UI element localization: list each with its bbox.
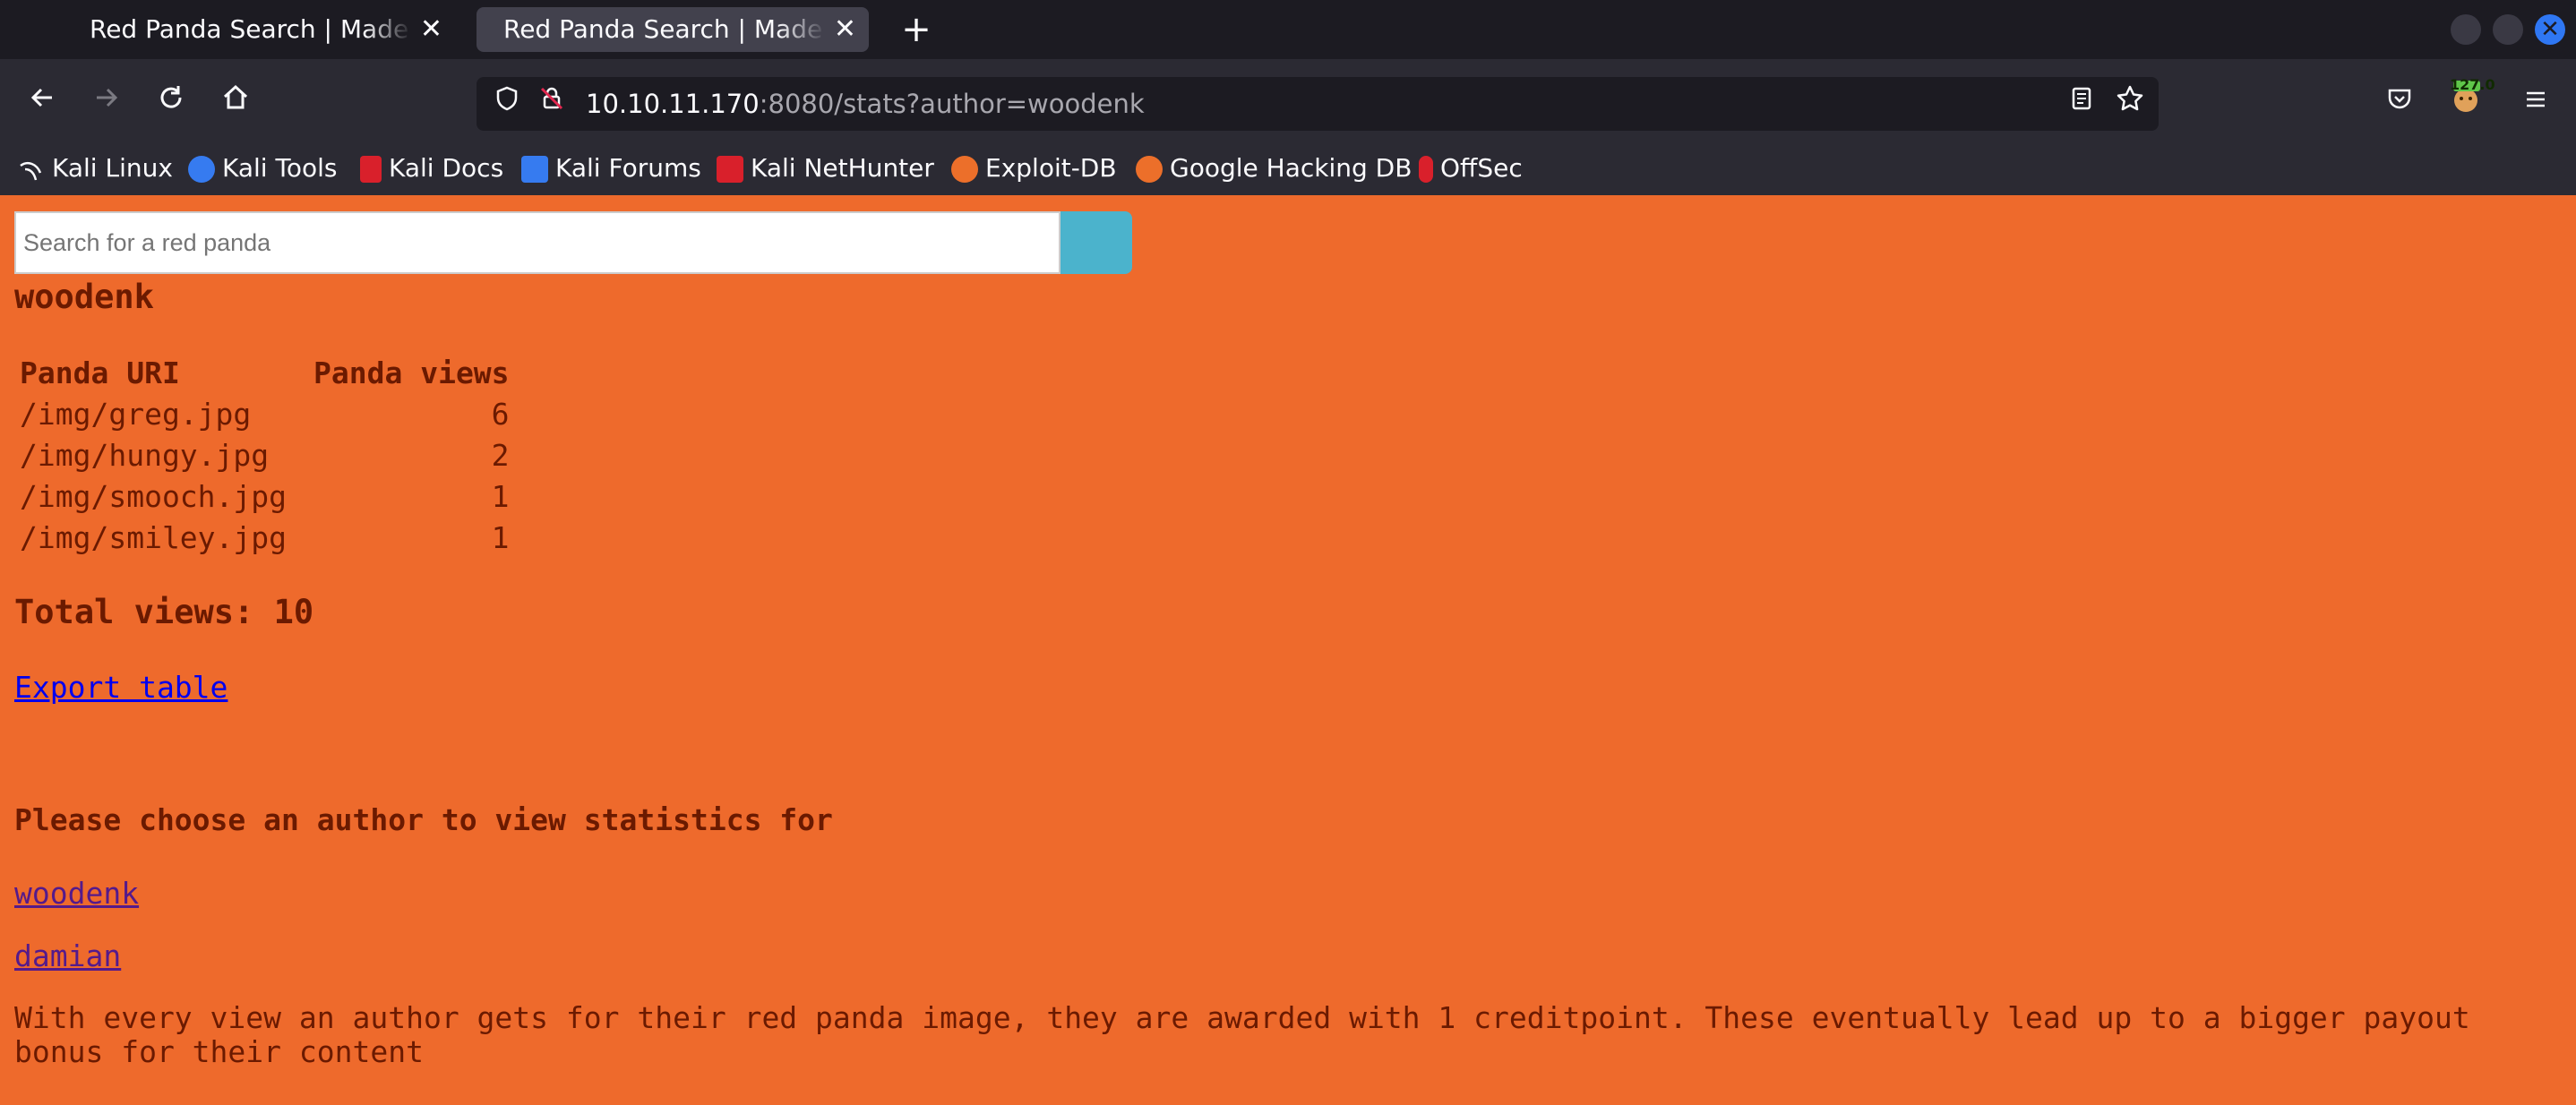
- table-row: /img/smooch.jpg 1: [14, 476, 515, 518]
- panda-views: 6: [491, 397, 510, 432]
- offsec-icon: [1419, 156, 1433, 183]
- panda-views: 1: [491, 479, 510, 514]
- bookmark-label: Kali Tools: [222, 153, 338, 183]
- bookmarks-toolbar: Kali Linux Kali Tools Kali Docs Kali For…: [0, 149, 2576, 195]
- author-link-woodenk[interactable]: woodenk: [14, 876, 139, 911]
- back-arrow-icon[interactable]: [18, 79, 66, 127]
- author-link-damian[interactable]: damian: [14, 938, 121, 973]
- insecure-lock-icon[interactable]: [532, 84, 571, 124]
- exploit-db-icon: [951, 156, 978, 183]
- bookmark-kali-forums[interactable]: Kali Forums: [521, 149, 701, 188]
- table-row: /img/hungy.jpg 2: [14, 435, 515, 476]
- tab-bar: Red Panda Search | Made with Spring Boot…: [0, 0, 2576, 59]
- table-row: /img/smiley.jpg 1: [14, 518, 515, 559]
- extension-icon[interactable]: 127.0: [2442, 77, 2495, 127]
- browser-tab-1[interactable]: Red Panda Search | Made with Spring Boot…: [63, 7, 455, 52]
- close-window-button[interactable]: ✕: [2535, 14, 2565, 45]
- forward-arrow-icon[interactable]: [82, 79, 131, 127]
- address-bar[interactable]: 10.10.11.170:8080/stats?author=woodenk: [477, 77, 2159, 131]
- reader-view-icon[interactable]: [2062, 84, 2101, 124]
- bookmark-label: Kali Linux: [52, 153, 173, 183]
- column-header-views: Panda views: [313, 355, 510, 390]
- page-content: woodenk Panda URI Panda views /img/greg.…: [0, 195, 2576, 1105]
- bookmark-exploit-db[interactable]: Exploit-DB: [951, 149, 1117, 188]
- bookmark-google-hacking-db[interactable]: Google Hacking DB: [1136, 149, 1412, 188]
- panda-uri: /img/greg.jpg: [20, 397, 252, 432]
- shield-icon[interactable]: [487, 84, 527, 124]
- bookmark-label: Exploit-DB: [985, 153, 1117, 183]
- bookmark-kali-nethunter[interactable]: Kali NetHunter: [717, 149, 934, 188]
- ghdb-icon: [1136, 156, 1163, 183]
- bookmark-kali-tools[interactable]: Kali Tools: [188, 149, 337, 188]
- column-header-uri: Panda URI: [20, 355, 180, 390]
- panda-uri: /img/smooch.jpg: [20, 479, 288, 514]
- bookmark-label: Kali NetHunter: [751, 153, 934, 183]
- kali-docs-icon: [360, 156, 382, 183]
- pocket-icon[interactable]: [2375, 79, 2424, 127]
- bookmark-kali-docs[interactable]: Kali Docs: [360, 149, 503, 188]
- kali-tools-icon: [188, 156, 215, 183]
- reload-icon[interactable]: [147, 79, 195, 127]
- tab-title: Red Panda Search | Made with Spring Boot: [90, 14, 412, 44]
- close-tab-icon[interactable]: ✕: [420, 7, 442, 52]
- bookmark-label: Kali Forums: [555, 153, 701, 183]
- menu-icon[interactable]: [2512, 79, 2560, 127]
- stats-table: Panda URI Panda views /img/greg.jpg 6 /i…: [14, 353, 515, 559]
- kali-dragon-icon: [18, 156, 45, 183]
- panda-uri: /img/smiley.jpg: [20, 520, 288, 555]
- bookmark-kali-linux[interactable]: Kali Linux: [18, 149, 173, 188]
- total-views: Total views: 10: [14, 593, 314, 631]
- export-table-link[interactable]: Export table: [14, 670, 228, 705]
- search-button[interactable]: [1060, 211, 1132, 274]
- bookmark-star-icon[interactable]: [2110, 84, 2150, 124]
- panda-views: 2: [491, 438, 510, 473]
- table-header-row: Panda URI Panda views: [14, 353, 515, 394]
- maximize-window-button[interactable]: [2493, 14, 2523, 45]
- creditpoint-info: With every view an author gets for their…: [14, 1000, 2470, 1069]
- extension-badge: 127.0: [2450, 76, 2495, 93]
- panda-views: 1: [491, 520, 510, 555]
- minimize-window-button[interactable]: [2451, 14, 2481, 45]
- kali-nethunter-icon: [717, 156, 743, 183]
- home-icon[interactable]: [211, 79, 260, 127]
- author-heading: woodenk: [14, 278, 154, 316]
- kali-forums-icon: [521, 156, 548, 183]
- url-path: :8080/stats?author=woodenk: [759, 89, 1145, 119]
- tab-title: Red Panda Search | Made with Spring Boot: [503, 14, 826, 44]
- bookmark-label: Google Hacking DB: [1170, 153, 1413, 183]
- url-host: 10.10.11.170: [586, 89, 760, 119]
- choose-author-heading: Please choose an author to view statisti…: [14, 802, 833, 837]
- panda-uri: /img/hungy.jpg: [20, 438, 270, 473]
- close-tab-icon[interactable]: ✕: [834, 7, 856, 52]
- navigation-toolbar: 10.10.11.170:8080/stats?author=woodenk 1…: [0, 59, 2576, 149]
- table-row: /img/greg.jpg 6: [14, 394, 515, 435]
- url-text[interactable]: 10.10.11.170:8080/stats?author=woodenk: [586, 77, 1145, 131]
- bookmark-label: OffSec: [1440, 153, 1523, 183]
- browser-tab-2[interactable]: Red Panda Search | Made with Spring Boot…: [477, 7, 869, 52]
- bookmark-offsec[interactable]: OffSec: [1419, 149, 1523, 188]
- new-tab-button[interactable]: +: [894, 7, 939, 52]
- bookmark-label: Kali Docs: [389, 153, 504, 183]
- search-input[interactable]: [14, 211, 1060, 274]
